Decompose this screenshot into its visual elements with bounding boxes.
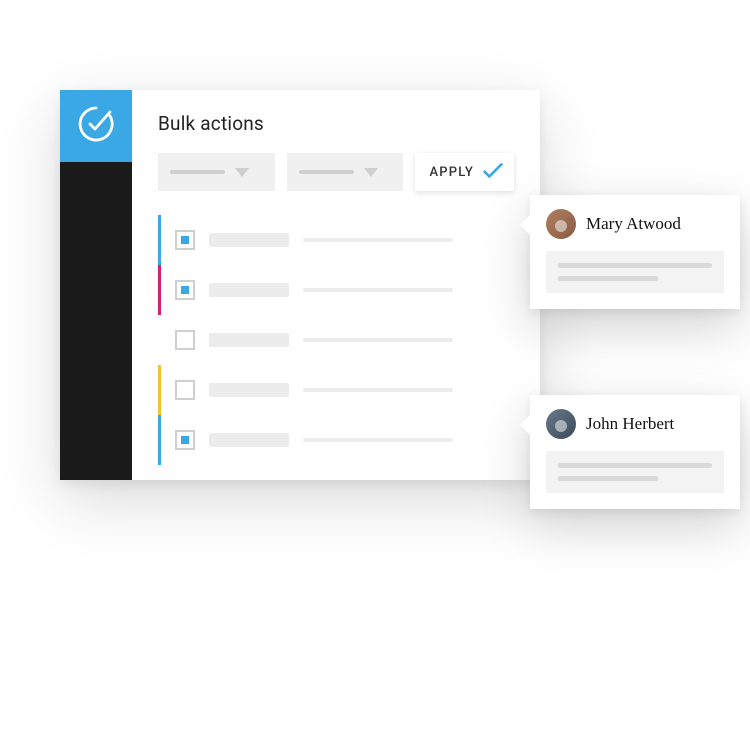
popover-body <box>546 451 724 493</box>
row-checkbox[interactable] <box>175 230 195 250</box>
placeholder-bar <box>303 288 453 292</box>
chevron-down-icon <box>364 168 378 177</box>
popover-body <box>546 251 724 293</box>
placeholder-bar <box>170 170 225 174</box>
placeholder-bar <box>303 338 453 342</box>
list-item[interactable] <box>158 365 514 415</box>
check-icon <box>482 159 504 185</box>
placeholder-bar <box>209 433 289 447</box>
logo-tile[interactable] <box>60 90 132 162</box>
placeholder-bar <box>299 170 354 174</box>
placeholder-bar <box>303 238 453 242</box>
list-item[interactable] <box>158 315 514 365</box>
row-checkbox[interactable] <box>175 380 195 400</box>
page-title: Bulk actions <box>158 112 514 135</box>
bulk-dropdown-2[interactable] <box>287 153 404 191</box>
popover-header: Mary Atwood <box>546 209 724 239</box>
popover-header: John Herbert <box>546 409 724 439</box>
row-checkbox[interactable] <box>175 280 195 300</box>
row-checkbox[interactable] <box>175 430 195 450</box>
placeholder-bar <box>558 463 712 468</box>
app-window: Bulk actions APPLY <box>60 90 540 480</box>
placeholder-bar <box>558 263 712 268</box>
bulk-controls: APPLY <box>158 153 514 191</box>
popover-user-name: Mary Atwood <box>586 214 681 234</box>
avatar <box>546 209 576 239</box>
list-item[interactable] <box>158 415 514 465</box>
placeholder-bar <box>209 283 289 297</box>
chevron-down-icon <box>235 168 249 177</box>
list-item[interactable] <box>158 265 514 315</box>
placeholder-bar <box>303 388 453 392</box>
list-item[interactable] <box>158 215 514 265</box>
apply-button[interactable]: APPLY <box>415 153 514 191</box>
logo-check-icon <box>76 104 116 148</box>
item-list <box>158 215 514 465</box>
avatar <box>546 409 576 439</box>
placeholder-bar <box>209 233 289 247</box>
bulk-dropdown-1[interactable] <box>158 153 275 191</box>
placeholder-bar <box>209 383 289 397</box>
user-popover[interactable]: Mary Atwood <box>530 195 740 309</box>
main-panel: Bulk actions APPLY <box>132 90 540 480</box>
placeholder-bar <box>558 276 658 281</box>
placeholder-bar <box>303 438 453 442</box>
sidebar <box>60 90 132 480</box>
row-checkbox[interactable] <box>175 330 195 350</box>
user-popover[interactable]: John Herbert <box>530 395 740 509</box>
popover-user-name: John Herbert <box>586 414 674 434</box>
placeholder-bar <box>209 333 289 347</box>
placeholder-bar <box>558 476 658 481</box>
apply-label: APPLY <box>429 165 474 180</box>
